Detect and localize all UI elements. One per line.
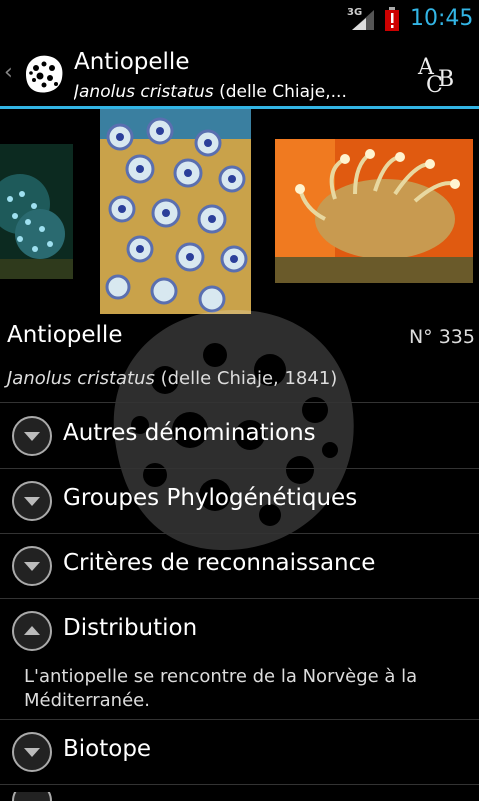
species-name: Antiopelle (7, 322, 123, 348)
section-label: Critères de reconnaissance (63, 550, 376, 576)
expand-icon-partial[interactable] (11, 792, 53, 801)
expand-icon (12, 481, 52, 521)
signal-icon (352, 10, 374, 30)
subtitle-genus: Janolus cristatus (74, 82, 214, 102)
section-criteres-reconnaissance[interactable]: Critères de reconnaissance (0, 533, 479, 597)
section-label: Biotope (63, 736, 152, 762)
gallery-photo-1[interactable] (0, 144, 73, 279)
section-biotope[interactable]: Biotope (0, 719, 479, 783)
clock: 10:45 (410, 6, 474, 31)
expand-icon (12, 546, 52, 586)
svg-text:C: C (426, 73, 443, 96)
section-label: Autres dénominations (63, 420, 316, 446)
section-groupes-phylogenetiques[interactable]: Groupes Phylogénétiques (0, 468, 479, 532)
species-number: N° 335 (408, 326, 475, 348)
gallery-photo-2[interactable] (100, 109, 251, 314)
battery-alert-icon (385, 7, 399, 31)
section-label: Distribution (63, 615, 198, 641)
scientific-genus: Janolus cristatus (7, 368, 155, 389)
gallery-photo-3[interactable] (275, 139, 473, 283)
scientific-author: (delle Chiaje, 1841) (154, 368, 338, 389)
expand-icon (12, 416, 52, 456)
divider (0, 784, 479, 785)
status-bar: 3G 10:45 (0, 0, 479, 38)
species-scientific-name: Janolus cristatus (delle Chiaje, 1841) (7, 368, 337, 389)
section-autres-denominations[interactable]: Autres dénominations (0, 403, 479, 467)
action-bar-title: Antiopelle (74, 49, 190, 75)
distribution-text: L'antiopelle se rencontre de la Norvège … (24, 666, 418, 711)
expand-icon (12, 732, 52, 772)
up-caret-icon[interactable]: ‹ (4, 60, 13, 85)
action-bar: ‹ Antiopelle Janolus cristatus (delle Ch… (0, 38, 479, 106)
subtitle-author: (delle Chiaje,... (213, 82, 347, 102)
section-label: Groupes Phylogénétiques (63, 485, 358, 511)
action-bar-subtitle: Janolus cristatus (delle Chiaje,... (74, 82, 384, 102)
photo-gallery[interactable] (0, 109, 479, 314)
abc-sort-button[interactable]: A B C (416, 52, 462, 96)
section-distribution[interactable]: Distribution (0, 598, 479, 662)
app-logo-icon[interactable] (20, 50, 68, 98)
collapse-icon (12, 611, 52, 651)
